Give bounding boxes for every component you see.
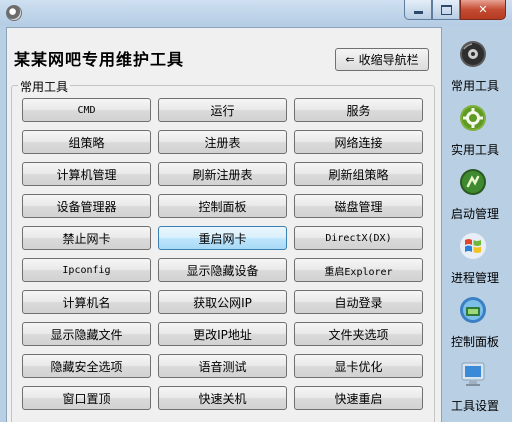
show-hidden-files-button[interactable]: 显示隐藏文件 — [22, 322, 151, 346]
quick-shutdown-button[interactable]: 快速关机 — [158, 386, 287, 410]
restart-nic-button[interactable]: 重启网卡 — [158, 226, 287, 250]
computer-management-button[interactable]: 计算机管理 — [22, 162, 151, 186]
tool-button-grid: CMD 运行 服务 组策略 注册表 网络连接 计算机管理 刷新注册表 刷新组策略… — [22, 98, 423, 410]
quick-restart-button[interactable]: 快速重启 — [294, 386, 423, 410]
nav-label: 实用工具 — [450, 143, 499, 157]
auto-login-button[interactable]: 自动登录 — [294, 290, 423, 314]
maximize-icon — [440, 4, 452, 15]
nav-item-process-manager[interactable]: 进程管理 — [444, 229, 506, 291]
device-manager-button[interactable]: 设备管理器 — [22, 194, 151, 218]
services-button[interactable]: 服务 — [294, 98, 423, 122]
disable-nic-button[interactable]: 禁止网卡 — [22, 226, 151, 250]
get-public-ip-button[interactable]: 获取公网IP — [158, 290, 287, 314]
ipconfig-button[interactable]: Ipconfig — [22, 258, 151, 282]
voice-test-button[interactable]: 语音测试 — [158, 354, 287, 378]
nav-item-startup-manager[interactable]: 启动管理 — [444, 165, 506, 227]
arrow-left-icon: ⇐ — [345, 53, 355, 66]
common-tools-group: 常用工具 CMD 运行 服务 组策略 注册表 网络连接 计算机管理 刷新注册表 … — [11, 78, 435, 422]
nav-item-utilities[interactable]: 实用工具 — [444, 101, 506, 163]
app-title: 某某网吧专用维护工具 — [14, 50, 185, 69]
nav-item-common-tools[interactable]: 常用工具 — [444, 37, 506, 99]
refresh-registry-button[interactable]: 刷新注册表 — [158, 162, 287, 186]
disk-management-button[interactable]: 磁盘管理 — [294, 194, 423, 218]
control-panel-button[interactable]: 控制面板 — [158, 194, 287, 218]
directx-button[interactable]: DirectX(DX) — [294, 226, 423, 250]
show-hidden-devices-button[interactable]: 显示隐藏设备 — [158, 258, 287, 282]
side-navigation: 常用工具 实用工具 启动管理 进程管理 控制面板 工具设置 — [444, 27, 506, 422]
title-bar: ✕ — [0, 0, 512, 26]
collapse-nav-button[interactable]: ⇐ 收缩导航栏 — [335, 48, 429, 71]
nav-label: 进程管理 — [450, 271, 499, 285]
restart-explorer-button[interactable]: 重启Explorer — [294, 258, 423, 282]
nav-item-control-panel[interactable]: 控制面板 — [444, 293, 506, 355]
group-label: 常用工具 — [18, 78, 71, 95]
nav-label: 常用工具 — [450, 79, 499, 93]
nav-label: 控制面板 — [450, 335, 499, 349]
window-topmost-button[interactable]: 窗口置顶 — [22, 386, 151, 410]
nav-item-tool-settings[interactable]: 工具设置 — [444, 357, 506, 419]
cmd-button[interactable]: CMD — [22, 98, 151, 122]
monitor-icon — [461, 362, 485, 386]
minimize-button[interactable] — [404, 0, 432, 20]
group-policy-button[interactable]: 组策略 — [22, 130, 151, 154]
control-panel-icon — [460, 297, 486, 323]
computer-name-button[interactable]: 计算机名 — [22, 290, 151, 314]
folder-options-button[interactable]: 文件夹选项 — [294, 322, 423, 346]
change-ip-button[interactable]: 更改IP地址 — [158, 322, 287, 346]
close-button[interactable]: ✕ — [460, 0, 506, 20]
startup-icon — [460, 169, 486, 195]
refresh-group-policy-button[interactable]: 刷新组策略 — [294, 162, 423, 186]
collapse-nav-label: 收缩导航栏 — [358, 53, 419, 67]
app-icon[interactable] — [6, 5, 22, 21]
network-connections-button[interactable]: 网络连接 — [294, 130, 423, 154]
windows-logo-icon — [460, 233, 486, 259]
hide-security-options-button[interactable]: 隐藏安全选项 — [22, 354, 151, 378]
nav-label: 工具设置 — [450, 399, 499, 413]
maximize-button[interactable] — [432, 0, 460, 20]
gpu-optimize-button[interactable]: 显卡优化 — [294, 354, 423, 378]
minimize-icon — [413, 11, 423, 14]
nav-label: 启动管理 — [450, 207, 499, 221]
disc-icon — [460, 41, 486, 67]
close-icon: ✕ — [478, 3, 488, 16]
main-panel: 某某网吧专用维护工具 ⇐ 收缩导航栏 常用工具 CMD 运行 服务 组策略 注册… — [6, 27, 442, 422]
registry-button[interactable]: 注册表 — [158, 130, 287, 154]
gear-icon — [460, 105, 486, 131]
run-button[interactable]: 运行 — [158, 98, 287, 122]
window-controls: ✕ — [404, 0, 506, 20]
